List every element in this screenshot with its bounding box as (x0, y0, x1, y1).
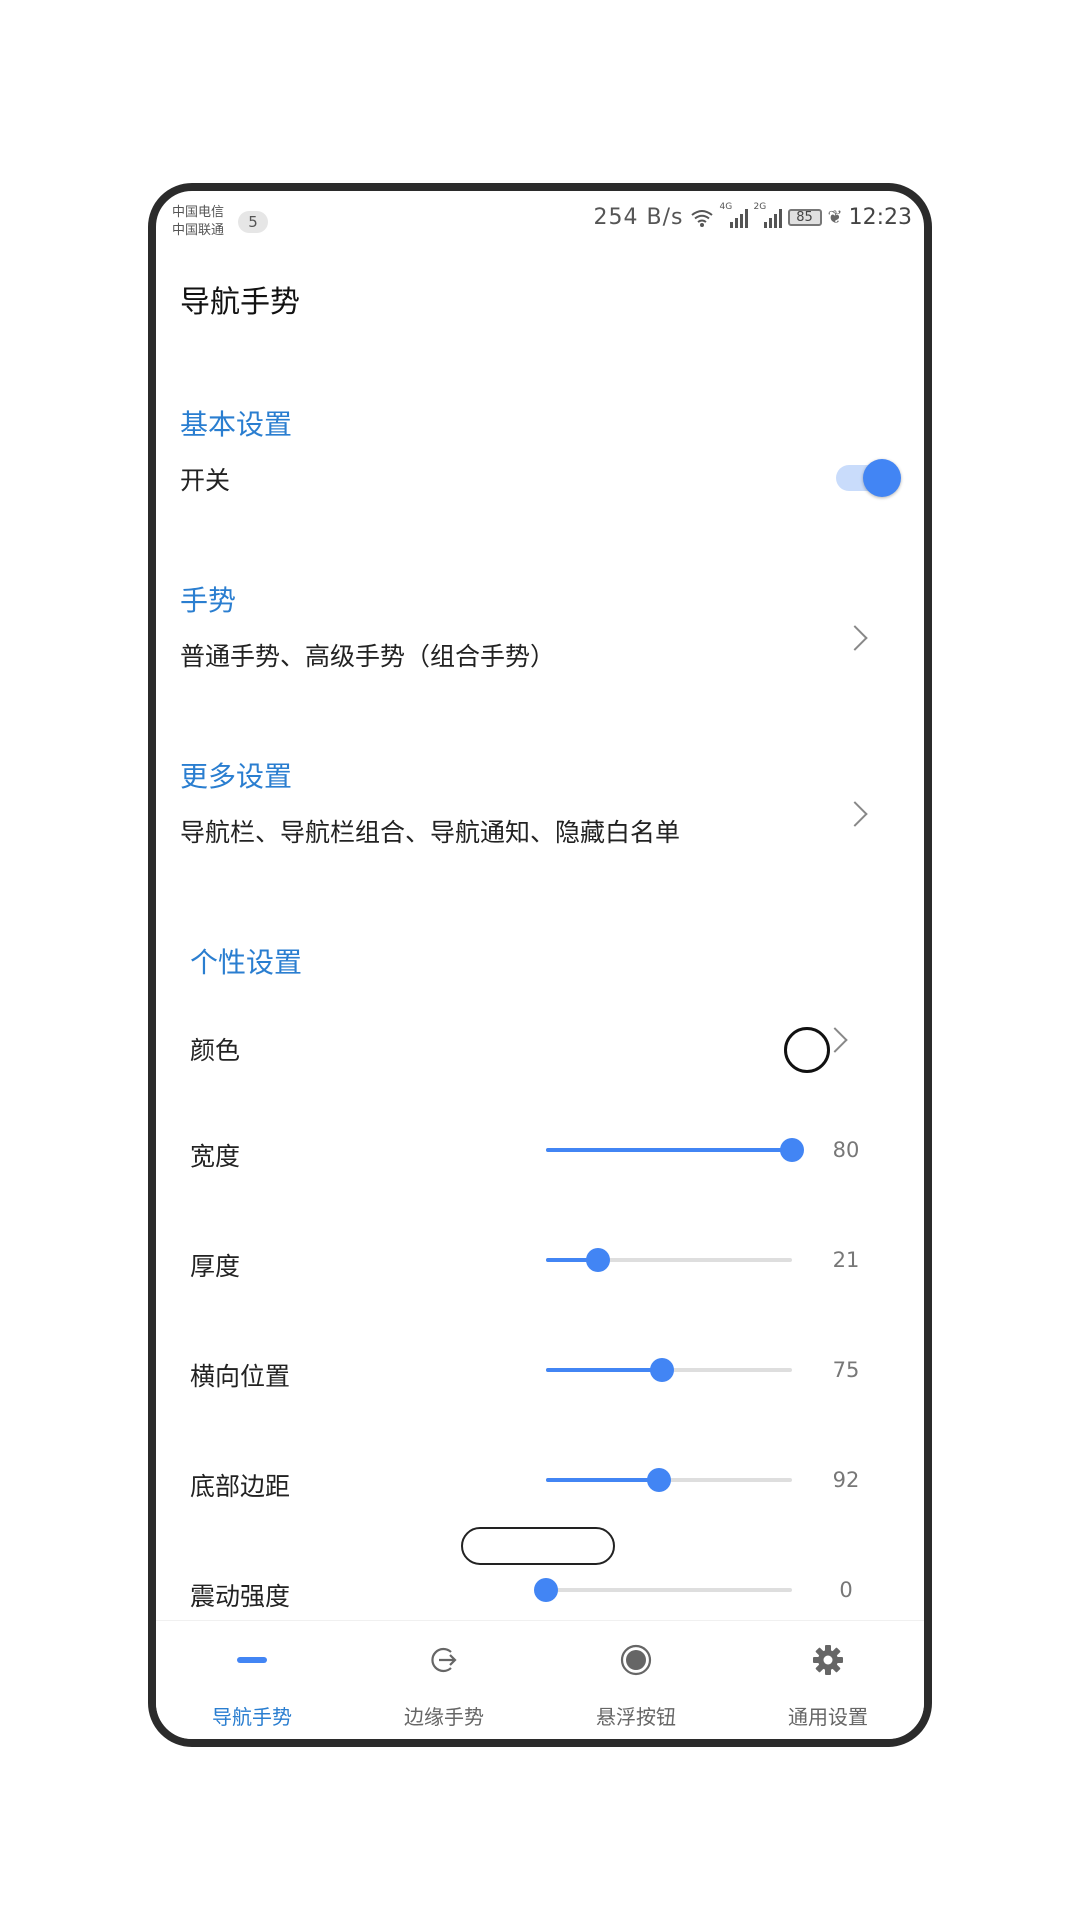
nav-tab-general-settings[interactable]: 通用设置 (732, 1621, 924, 1739)
page-title: 导航手势 (180, 285, 300, 320)
nav-label: 导航手势 (212, 1705, 292, 1729)
notification-badge: 5 (238, 211, 268, 233)
slider-value: 80 (832, 1138, 860, 1162)
slider-knob[interactable] (647, 1468, 672, 1492)
slider-label: 震动强度 (190, 1582, 291, 1611)
switch-label: 开关 (180, 466, 231, 495)
clock: 12:23 (848, 205, 912, 230)
horizontal-position-slider[interactable] (546, 1355, 792, 1385)
slider-knob[interactable] (534, 1578, 558, 1602)
status-indicators: 254 B/s 4G 2G 85 ❦ 12:23 (593, 202, 912, 231)
status-bar: 中国电信 中国联通 5 254 B/s 4G 2G 85 ❦ 12:23 (156, 191, 924, 247)
toggle-thumb (863, 459, 901, 497)
slider-fill (546, 1148, 792, 1152)
navigation-pill-preview[interactable] (461, 1527, 615, 1565)
sim1-tag: 4G (719, 201, 733, 212)
slider-rail (546, 1588, 792, 1592)
slider-label: 厚度 (190, 1252, 241, 1281)
nav-label: 悬浮按钮 (596, 1705, 676, 1729)
chevron-right-icon (842, 801, 868, 827)
slider-label: 底部边距 (190, 1472, 291, 1501)
bottom-navigation: 导航手势 边缘手势 悬浮按钮 通用设置 (156, 1620, 924, 1739)
slider-label: 横向位置 (190, 1362, 291, 1391)
slider-value: 92 (832, 1468, 860, 1492)
edge-arrow-icon (431, 1647, 457, 1673)
slider-label: 宽度 (190, 1142, 241, 1171)
section-basic-heading: 基本设置 (180, 408, 293, 441)
slider-knob[interactable] (649, 1358, 674, 1382)
color-label: 颜色 (190, 1036, 241, 1065)
nav-label: 通用设置 (788, 1705, 868, 1729)
nav-tab-navigation-gesture[interactable]: 导航手势 (156, 1621, 348, 1739)
nav-tab-floating-button[interactable]: 悬浮按钮 (540, 1621, 732, 1739)
thickness-slider[interactable] (546, 1245, 792, 1275)
gestures-summary: 普通手势、高级手势（组合手势） (180, 642, 556, 671)
bottom-margin-slider[interactable] (546, 1465, 792, 1495)
slider-value: 75 (832, 1358, 860, 1382)
signal-sim1-icon: 4G (720, 202, 748, 228)
slider-fill (546, 1368, 662, 1372)
carrier-1: 中国电信 (172, 205, 225, 220)
gear-icon (813, 1645, 843, 1675)
section-more-heading: 更多设置 (180, 760, 293, 793)
slider-knob[interactable] (780, 1138, 804, 1162)
slider-fill (546, 1478, 660, 1482)
floating-dot-icon (620, 1644, 652, 1676)
net-speed: 254 B/s (593, 205, 684, 230)
main-switch-toggle[interactable] (836, 459, 901, 497)
vibration-slider[interactable] (534, 1575, 792, 1605)
slider-value: 0 (839, 1578, 853, 1602)
battery-icon: 85 (787, 209, 822, 226)
sim2-tag: 2G (753, 201, 767, 212)
wifi-icon (690, 209, 713, 227)
carrier-names: 中国电信 中国联通 (172, 204, 224, 240)
nav-label: 边缘手势 (404, 1705, 484, 1729)
section-gestures-heading: 手势 (180, 584, 237, 617)
chevron-right-icon (842, 625, 868, 651)
color-swatch[interactable] (784, 1027, 830, 1073)
carrier-2: 中国联通 (172, 223, 225, 238)
phone-frame: 中国电信 中国联通 5 254 B/s 4G 2G 85 ❦ 12:23 导航手… (148, 183, 932, 1747)
section-personal-heading: 个性设置 (190, 946, 303, 979)
width-slider[interactable] (546, 1135, 804, 1165)
power-saving-leaf-icon: ❦ (827, 207, 843, 228)
slider-knob[interactable] (585, 1248, 610, 1272)
navbar-line-icon (237, 1657, 267, 1663)
nav-tab-edge-gesture[interactable]: 边缘手势 (348, 1621, 540, 1739)
slider-value: 21 (832, 1248, 860, 1272)
signal-sim2-icon: 2G (754, 202, 782, 228)
more-summary: 导航栏、导航栏组合、导航通知、隐藏白名单 (180, 818, 681, 847)
